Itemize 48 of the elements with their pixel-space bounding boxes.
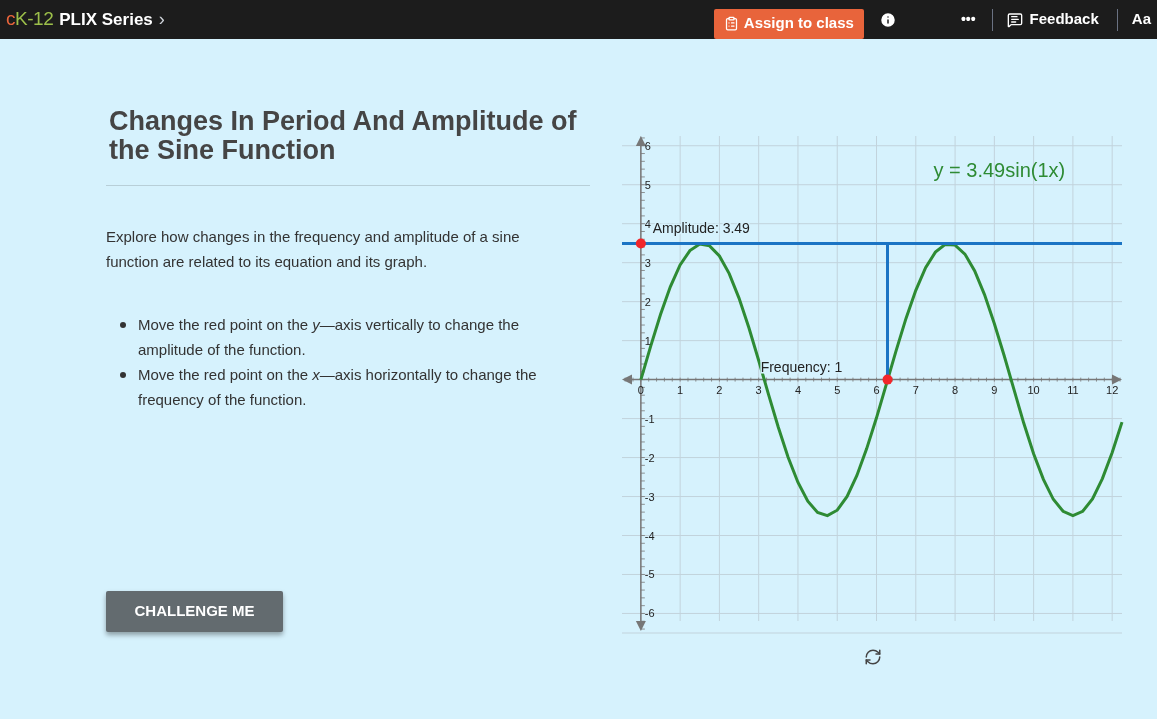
bullet-icon [120,372,126,378]
x-tick-label: 6 [873,383,880,396]
instruction-text: Move the red point on the y—axis vertically to change the amplitude of the function. [138,315,521,360]
x-tick-label: 10 [1027,383,1040,396]
challenge-button[interactable]: CHALLENGE ME [106,591,283,632]
bullet-icon [120,322,126,328]
lesson-title: Changes In Period And Amplitude of the Sine Function [109,107,578,165]
y-tick-label: 4 [644,217,651,230]
amplitude-line[interactable] [622,242,1122,246]
y-tick-label: -5 [644,568,655,581]
instruction-text: Move the red point on the x—axis horizontally to change the frequency of the function. [138,365,538,410]
reset-icon[interactable] [864,648,882,666]
x-tick-label: 5 [834,383,841,396]
drag-point[interactable] [635,238,646,249]
x-tick-label: 8 [952,383,959,396]
x-tick-label: 7 [912,383,919,396]
y-tick-label: -2 [644,451,655,464]
info-icon[interactable] [878,10,897,29]
logo[interactable]: cK-12 [6,5,54,34]
intro-text: Explore how changes in the frequency and amplitude of a sine function are related to its equation and its graph. [106,227,521,272]
equation-label: y = 3.49sin(1x) [933,158,1066,181]
breadcrumb-arrow: › [158,8,165,31]
x-tick-label: 4 [794,383,801,396]
x-tick-label: 12 [1106,383,1119,396]
y-tick-label: -6 [644,607,655,620]
breadcrumb-link[interactable]: PLIX Series [59,6,153,33]
feedback-button[interactable]: Feedback [1006,8,1099,31]
font-size-button[interactable]: Aa [1131,8,1151,31]
y-tick-label: 1 [644,334,651,347]
y-tick-label: -1 [644,412,655,425]
feedback-icon [1006,11,1023,28]
x-tick-label: 3 [755,383,762,396]
clipboard-icon [723,16,739,31]
y-tick-label: 5 [644,178,651,191]
y-tick-label: -3 [644,490,655,503]
more-button[interactable]: ••• [960,9,976,30]
x-tick-label: 0 [637,383,644,396]
y-tick-label: 3 [644,256,651,269]
x-tick-label: 11 [1067,383,1079,396]
graph-label: Amplitude: 3.49 [652,220,750,237]
y-tick-label: -4 [644,529,655,542]
y-tick-label: 2 [644,295,651,308]
drag-point[interactable] [882,374,893,385]
x-tick-label: 1 [677,383,684,396]
x-tick-label: 9 [991,383,998,396]
x-tick-label: 2 [716,383,723,396]
y-tick-label: 6 [644,139,651,152]
graph-label: Frequency: 1 [760,358,843,375]
